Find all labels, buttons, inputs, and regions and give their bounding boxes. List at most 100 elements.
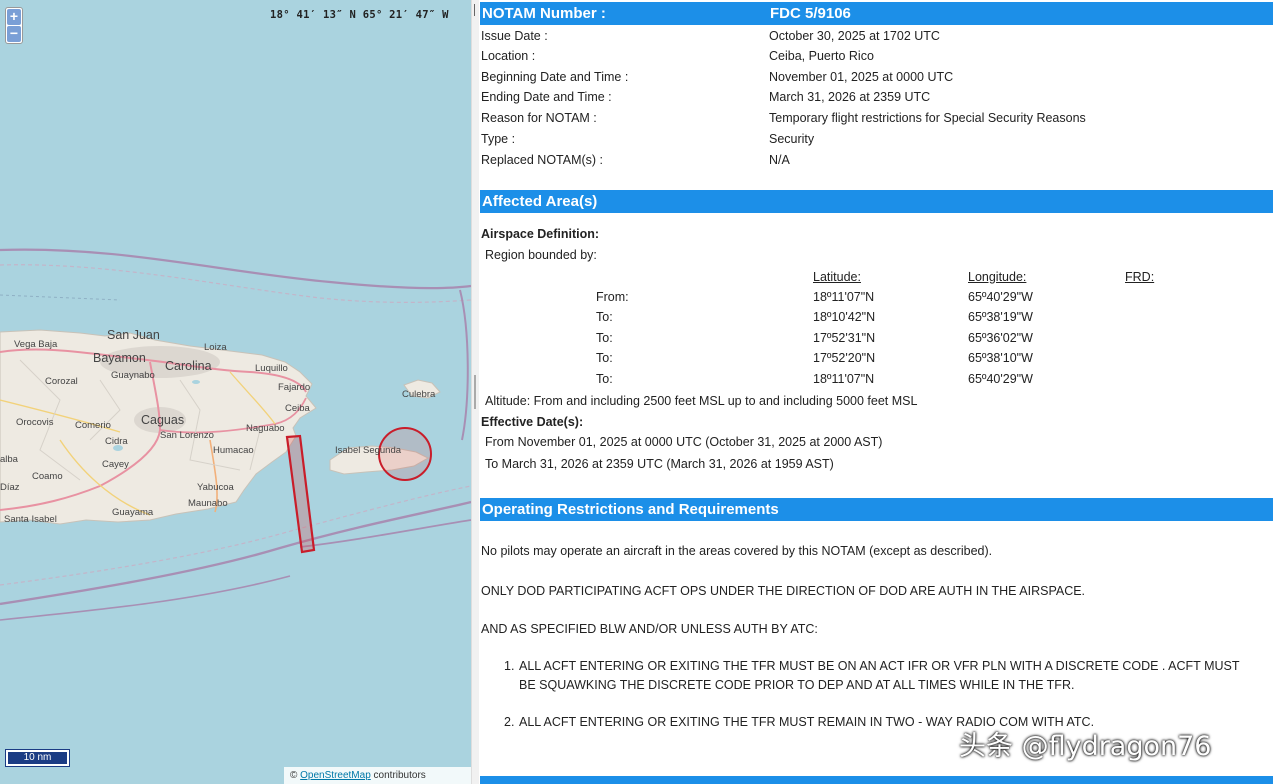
point-label: From: <box>596 290 629 304</box>
effective-from-text: From November 01, 2025 at 0000 UTC (Octo… <box>485 435 883 449</box>
point-label: To: <box>596 331 613 345</box>
notam-number-label: NOTAM Number : <box>482 5 606 22</box>
effective-to-text: To March 31, 2026 at 2359 UTC (March 31,… <box>485 457 834 471</box>
map-panel[interactable]: San Juan Bayamon Carolina Caguas Vega Ba… <box>0 0 471 784</box>
place-label: Vega Baja <box>14 339 58 350</box>
place-label: Cidra <box>105 436 128 447</box>
affected-area-title: Affected Area(s) <box>482 193 598 210</box>
operating-restrictions-header: Operating Restrictions and Requirements <box>480 498 1273 521</box>
place-label: Guaynabo <box>111 370 155 381</box>
zoom-control: + − <box>5 7 23 44</box>
place-label: San Juan <box>107 328 160 342</box>
point-longitude: 65º36'02"W <box>968 331 1033 345</box>
detail-value: Temporary flight restrictions for Specia… <box>769 111 1086 125</box>
detail-label: Beginning Date and Time : <box>481 70 629 84</box>
zoom-in-button[interactable]: + <box>7 9 21 25</box>
detail-label: Reason for NOTAM : <box>481 111 597 125</box>
restriction-paragraph: ONLY DOD PARTICIPATING ACFT OPS UNDER TH… <box>481 584 1086 598</box>
zoom-out-button[interactable]: − <box>7 26 21 42</box>
boundary-line <box>299 519 471 548</box>
point-longitude: 65º38'10"W <box>968 351 1033 365</box>
boundary-line <box>0 248 471 290</box>
attribution-suffix: contributors <box>370 770 426 781</box>
copyright-symbol: © <box>290 770 298 781</box>
place-label: Díaz <box>0 482 20 493</box>
operating-restrictions-title: Operating Restrictions and Requirements <box>482 501 779 518</box>
place-label: Orocovis <box>16 417 54 428</box>
place-label: Bayamon <box>93 351 146 365</box>
list-item-text: ALL ACFT ENTERING OR EXITING THE TFR MUS… <box>519 659 1240 673</box>
detail-value: Ceiba, Puerto Rico <box>769 49 874 63</box>
splitter-tick <box>474 4 475 16</box>
place-label: Caguas <box>141 413 184 427</box>
restriction-paragraph: AND AS SPECIFIED BLW AND/OR UNLESS AUTH … <box>481 622 818 636</box>
scale-bar: 10 nm <box>5 749 70 767</box>
place-label: Isabel Segunda <box>335 445 402 456</box>
detail-label: Replaced NOTAM(s) : <box>481 153 604 167</box>
boundary-line <box>459 289 469 441</box>
notam-number-header: NOTAM Number : FDC 5/9106 <box>480 2 1273 25</box>
place-label: Fajardo <box>278 382 310 393</box>
detail-value: October 30, 2025 at 1702 UTC <box>769 29 940 43</box>
place-label: Naguabo <box>246 423 285 434</box>
panel-splitter[interactable] <box>471 0 479 784</box>
list-item-number: 2. <box>504 715 515 729</box>
place-label: Humacao <box>213 445 254 456</box>
detail-value: Security <box>769 132 815 146</box>
place-label: Guayama <box>112 507 154 518</box>
detail-value: November 01, 2025 at 0000 UTC <box>769 70 954 84</box>
splitter-grip[interactable] <box>474 375 476 409</box>
place-label: Santa Isabel <box>4 514 57 525</box>
place-label: Yabucoa <box>197 482 235 493</box>
detail-label: Issue Date : <box>481 29 548 43</box>
detail-value: N/A <box>769 153 790 167</box>
point-longitude: 65º38'19"W <box>968 310 1033 324</box>
list-item-number: 1. <box>504 659 515 673</box>
cursor-coordinates: 18° 41′ 13″ N 65° 21′ 47″ W <box>270 9 449 21</box>
point-label: To: <box>596 351 613 365</box>
place-label: Corozal <box>45 376 78 387</box>
point-latitude: 18º11'07"N <box>813 372 875 386</box>
point-longitude: 65º40'29"W <box>968 290 1033 304</box>
detail-label: Location : <box>481 49 536 63</box>
detail-label: Type : <box>481 132 516 146</box>
lake <box>192 380 200 384</box>
altitude-text: Altitude: From and including 2500 feet M… <box>485 394 918 408</box>
frd-header: FRD: <box>1125 270 1155 284</box>
list-item-text: BE SQUAWKING THE DISCRETE CODE PRIOR TO … <box>519 678 1075 692</box>
airspace-definition-label: Airspace Definition: <box>481 227 600 241</box>
place-label: Coamo <box>32 471 63 482</box>
region-bounded-label: Region bounded by: <box>485 248 597 262</box>
place-label: Culebra <box>402 389 436 400</box>
boundary-line <box>0 294 121 301</box>
notam-details-panel: NOTAM Number : FDC 5/9106 Issue Date : Oc… <box>479 0 1280 784</box>
place-label: Loiza <box>204 342 227 353</box>
place-label: Maunabo <box>188 498 228 509</box>
point-label: To: <box>596 310 613 324</box>
place-label: Cayey <box>102 459 129 470</box>
point-label: To: <box>596 372 613 386</box>
watermark: 头条 @flydragon76 <box>959 731 1212 762</box>
place-label: Comerio <box>75 420 111 431</box>
longitude-header: Longitude: <box>968 270 1027 284</box>
place-label: Luquillo <box>255 363 288 374</box>
notam-number-value: FDC 5/9106 <box>770 5 851 22</box>
place-label: Ceiba <box>285 403 311 414</box>
latitude-header: Latitude: <box>813 270 861 284</box>
restriction-paragraph: No pilots may operate an aircraft in the… <box>481 544 993 558</box>
affected-area-header: Affected Area(s) <box>480 190 1273 213</box>
openstreetmap-link[interactable]: OpenStreetMap <box>300 770 371 781</box>
place-label: alba <box>0 454 19 465</box>
place-label: Carolina <box>165 359 212 373</box>
place-label: San Lorenzo <box>160 430 214 441</box>
point-longitude: 65º40'29"W <box>968 372 1033 386</box>
point-latitude: 17º52'20"N <box>813 351 876 365</box>
tfr-polygon[interactable] <box>285 434 316 554</box>
map-canvas[interactable]: San Juan Bayamon Carolina Caguas Vega Ba… <box>0 0 471 784</box>
detail-label: Ending Date and Time : <box>481 90 612 104</box>
point-latitude: 18º11'07"N <box>813 290 875 304</box>
point-latitude: 17º52'31"N <box>813 331 876 345</box>
next-section-header <box>480 776 1273 784</box>
detail-value: March 31, 2026 at 2359 UTC <box>769 90 931 104</box>
point-latitude: 18º10'42"N <box>813 310 876 324</box>
